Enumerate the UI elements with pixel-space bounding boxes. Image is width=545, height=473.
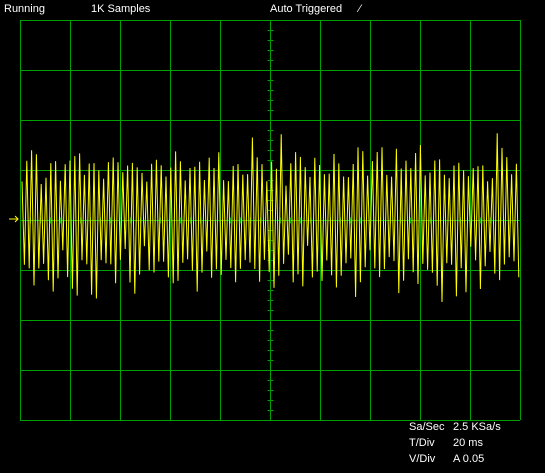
rising-edge-icon: ⁄ (359, 3, 361, 15)
sample-rate-label: Sa/Sec (409, 421, 445, 433)
sample-rate-readout: Sa/Sec 2.5 KSa/s (409, 421, 501, 434)
waveform-screen (9, 20, 521, 421)
volt-div-label: V/Div (409, 453, 436, 465)
volt-div-value: A 0.05 (453, 453, 485, 465)
ground-marker (9, 215, 19, 223)
time-div-label: T/Div (409, 437, 435, 449)
time-div-value: 20 ms (453, 437, 483, 449)
oscilloscope-display: Running 1K Samples Auto Triggered ⁄ Sa/S… (0, 0, 545, 473)
run-state-label: Running (4, 3, 45, 15)
sample-count-label: 1K Samples (91, 3, 151, 15)
volt-div-readout: V/Div A 0.05 (409, 453, 484, 466)
time-div-readout: T/Div 20 ms (409, 437, 483, 450)
trigger-mode-label: Auto Triggered (270, 3, 343, 15)
sample-rate-value: 2.5 KSa/s (453, 421, 501, 433)
